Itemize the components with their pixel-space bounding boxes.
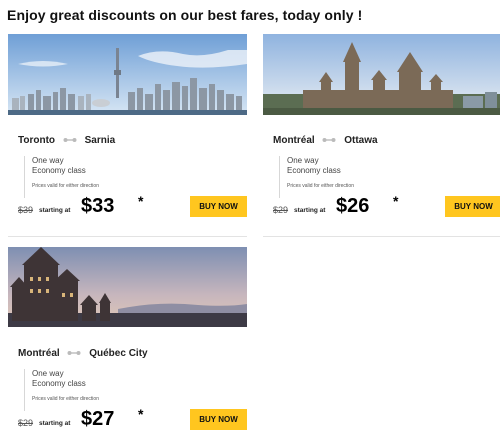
route: Montréal Ottawa (273, 135, 378, 146)
parliament-photo[interactable] (263, 34, 500, 115)
destination-city: Sarnia (84, 135, 116, 147)
sale-price: $26 (336, 195, 370, 217)
toronto-skyline-photo[interactable] (8, 34, 247, 115)
route: Toronto Sarnia (18, 135, 115, 146)
cabin-class: Economy class (287, 166, 341, 175)
route: Montréal Québec City (18, 348, 148, 359)
old-price: $29 (273, 205, 289, 215)
buy-now-button[interactable]: BUY NOW (190, 196, 247, 217)
deal-card: Toronto Sarnia One way Economy class Pri… (8, 34, 247, 237)
divider (263, 236, 500, 237)
asterisk: * (138, 193, 144, 209)
starting-at-label: starting at (294, 207, 326, 214)
deal-card: Montréal Ottawa One way Economy class Pr… (263, 34, 500, 237)
old-price: $29 (18, 418, 34, 428)
page-headline: Enjoy great discounts on our best fares,… (7, 7, 363, 23)
fare-details: One way Economy class Prices valid for e… (24, 156, 99, 198)
origin-city: Montréal (18, 348, 60, 360)
cabin-class: Economy class (32, 379, 86, 388)
connector-icon (63, 135, 77, 146)
buy-now-button[interactable]: BUY NOW (190, 409, 247, 430)
starting-at-label: starting at (39, 420, 71, 427)
asterisk: * (393, 193, 399, 209)
price-note: Prices valid for either direction (32, 183, 99, 189)
connector-icon (322, 135, 336, 146)
trip-type: One way (32, 369, 64, 378)
divider (8, 236, 247, 237)
starting-at-label: starting at (39, 207, 71, 214)
trip-type: One way (32, 156, 64, 165)
price-note: Prices valid for either direction (32, 396, 99, 402)
price-note: Prices valid for either direction (287, 183, 354, 189)
destination-city: Québec City (89, 348, 148, 360)
destination-city: Ottawa (344, 135, 378, 147)
connector-icon (67, 348, 81, 359)
deal-card: Montréal Québec City One way Economy cla… (8, 247, 247, 435)
sale-price: $27 (81, 408, 115, 430)
fare-details: One way Economy class Prices valid for e… (279, 156, 354, 198)
cabin-class: Economy class (32, 166, 86, 175)
buy-now-button[interactable]: BUY NOW (445, 196, 500, 217)
asterisk: * (138, 406, 144, 422)
trip-type: One way (287, 156, 319, 165)
chateau-photo[interactable] (8, 247, 247, 327)
sale-price: $33 (81, 195, 115, 217)
old-price: $39 (18, 205, 34, 215)
origin-city: Toronto (18, 135, 56, 147)
fare-details: One way Economy class Prices valid for e… (24, 369, 99, 411)
origin-city: Montréal (273, 135, 315, 147)
